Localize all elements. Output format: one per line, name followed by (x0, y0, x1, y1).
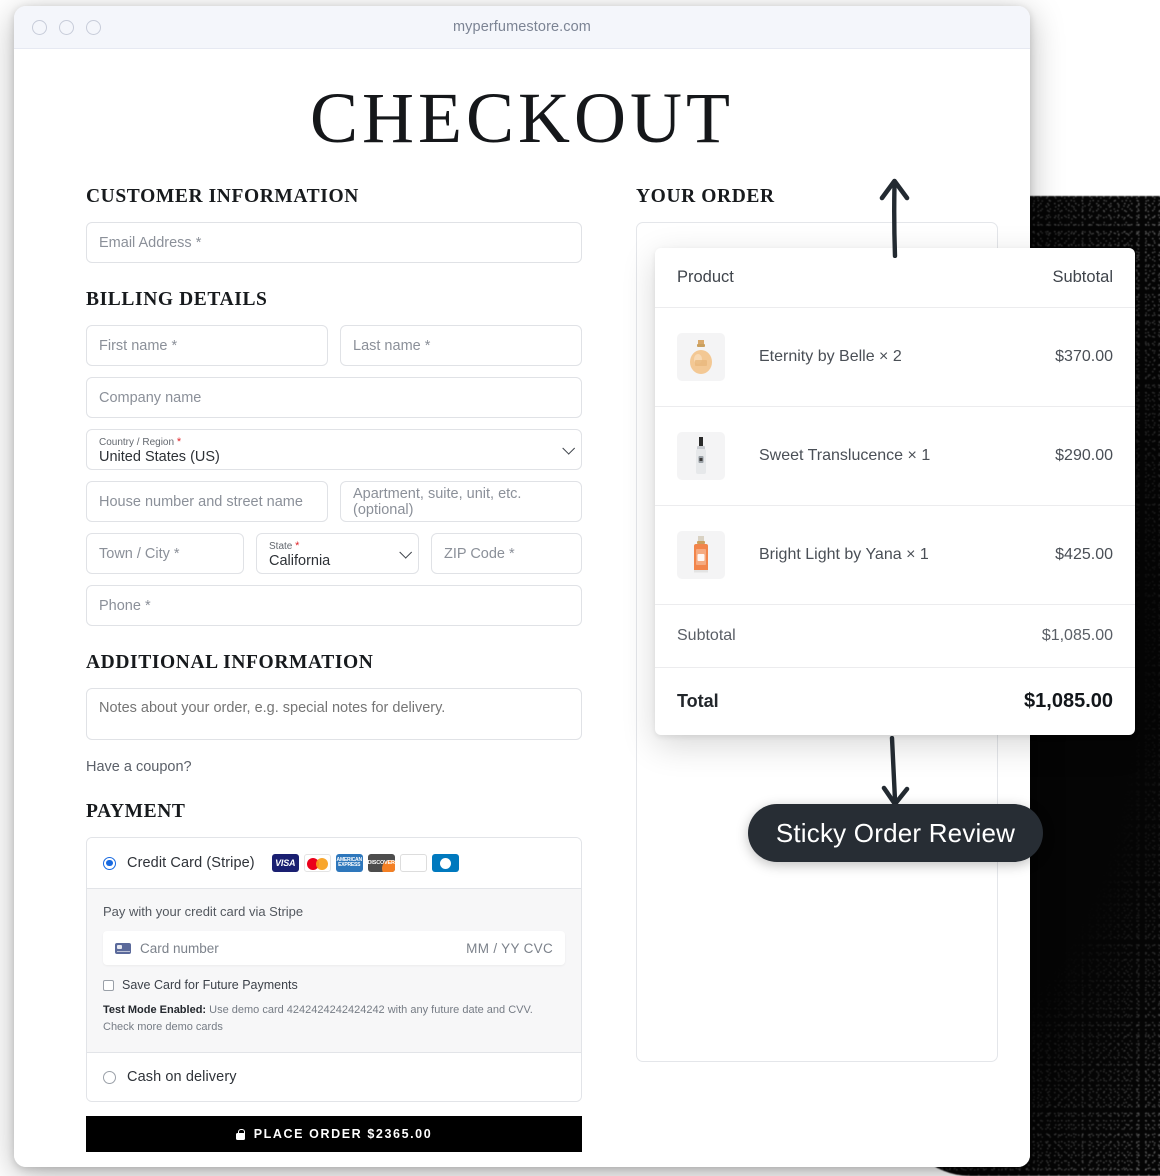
order-notes-textarea[interactable] (86, 688, 582, 740)
order-col-subtotal: Subtotal (1052, 268, 1113, 286)
payment-method-cod-label: Cash on delivery (127, 1069, 237, 1085)
amex-icon: AMERICAN EXPRESS (335, 854, 363, 872)
order-subtotal-label: Subtotal (677, 627, 736, 644)
page-title: CHECKOUT (310, 78, 734, 158)
place-order-label: PLACE ORDER $2365.00 (253, 1127, 433, 1141)
chevron-down-icon (399, 545, 413, 559)
first-name-field[interactable]: First name * (86, 325, 328, 366)
card-expiry-cvc-placeholder: MM / YY CVC (466, 940, 553, 956)
chevron-down-icon (562, 441, 576, 455)
mastercard-icon (303, 854, 331, 872)
order-item-name: Eternity by Belle × 2 (759, 348, 902, 365)
city-state-zip-row: Town / City * State * California ZIP Cod… (86, 533, 582, 574)
diners-icon (431, 854, 459, 872)
stripe-payment-body: Pay with your credit card via Stripe Car… (87, 888, 581, 1052)
jcb-icon (399, 854, 427, 872)
address-bar-url[interactable]: myperfumestore.com (14, 19, 1030, 35)
product-thumbnail (677, 531, 725, 579)
state-select[interactable]: State * California (256, 533, 419, 574)
stripe-description: Pay with your credit card via Stripe (103, 904, 304, 919)
product-thumbnail (677, 432, 725, 480)
order-total-label: Total (677, 691, 719, 711)
credit-card-icon (115, 942, 131, 954)
payment-method-cod[interactable]: Cash on delivery (87, 1052, 581, 1101)
order-total-value: $1,085.00 (1024, 690, 1113, 712)
customer-information-heading: CUSTOMER INFORMATION (86, 186, 359, 207)
annotation-pill-label: Sticky Order Review (775, 817, 1016, 848)
test-mode-notice: Test Mode Enabled: Use demo card 4242424… (103, 1002, 553, 1035)
last-name-field[interactable]: Last name * (340, 325, 582, 366)
city-field[interactable]: Town / City * (86, 533, 244, 574)
email-field-wrap: Email Address * (86, 222, 582, 263)
payment-method-stripe[interactable]: Credit Card (Stripe) VISA AMERICAN EXPRES… (87, 838, 581, 888)
save-card-checkbox-icon[interactable] (103, 979, 114, 991)
order-line-item: Bright Light by Yana × 1 $425.00 (655, 506, 1135, 605)
phone-field[interactable]: Phone * (86, 585, 582, 626)
card-number-placeholder: Card number (140, 940, 219, 956)
screenshot-stage: myperfumestore.com CHECKOUT CUSTOMER INF… (0, 0, 1160, 1176)
payment-methods-box: Credit Card (Stripe) VISA AMERICAN EXPRES… (86, 837, 582, 1102)
order-total-row: Total $1,085.00 (655, 668, 1135, 735)
order-table-header: Product Subtotal (655, 248, 1135, 308)
street-address-field[interactable]: House number and street name (86, 481, 328, 522)
order-item-price: $370.00 (1055, 348, 1113, 365)
place-order-button[interactable]: PLACE ORDER $2365.00 (86, 1116, 582, 1152)
browser-titlebar: myperfumestore.com (14, 6, 1030, 49)
street-row: House number and street name Apartment, … (86, 481, 582, 522)
company-name-field[interactable]: Company name (86, 377, 582, 418)
order-item-name: Sweet Translucence × 1 (759, 447, 931, 464)
coupon-link[interactable]: Have a coupon? (86, 759, 582, 775)
checkout-form-column: CUSTOMER INFORMATION Email Address * BIL… (86, 184, 582, 1152)
order-item-price: $290.00 (1055, 447, 1113, 464)
email-field[interactable]: Email Address * (86, 222, 582, 263)
name-row: First name * Last name * (86, 325, 582, 366)
phone-field-wrap: Phone * (86, 585, 582, 626)
country-region-select[interactable]: Country / Region * United States (US) (86, 429, 582, 470)
payment-method-stripe-label: Credit Card (Stripe) (127, 855, 255, 871)
additional-information-heading: ADDITIONAL INFORMATION (86, 652, 374, 673)
card-brand-icons: VISA AMERICAN EXPRESS DISCOVER (271, 854, 459, 872)
state-select-label: State * (269, 540, 300, 553)
your-order-heading: YOUR ORDER (636, 186, 775, 207)
test-mode-bold-label: Test Mode Enabled: (103, 1004, 207, 1016)
order-line-item: Sweet Translucence × 1 $290.00 (655, 407, 1135, 506)
order-item-price: $425.00 (1055, 546, 1113, 563)
product-thumbnail (677, 333, 725, 381)
zip-code-field[interactable]: ZIP Code * (431, 533, 582, 574)
visa-icon: VISA (271, 854, 299, 872)
state-select-value: California (269, 552, 331, 569)
stripe-card-input[interactable]: Card number MM / YY CVC (103, 931, 565, 965)
payment-heading: PAYMENT (86, 801, 186, 822)
country-select-wrap: Country / Region * United States (US) (86, 429, 582, 470)
order-item-name: Bright Light by Yana × 1 (759, 546, 929, 563)
radio-stripe-icon[interactable] (103, 856, 116, 870)
order-subtotal-value: $1,085.00 (1041, 627, 1113, 644)
order-subtotal-row: Subtotal $1,085.00 (655, 605, 1135, 668)
country-select-value: United States (US) (99, 448, 220, 465)
lock-icon (235, 1128, 245, 1140)
order-line-item: Eternity by Belle × 2 $370.00 (655, 308, 1135, 407)
order-col-product: Product (677, 268, 734, 286)
save-card-checkbox-row[interactable]: Save Card for Future Payments (103, 978, 565, 992)
country-select-label: Country / Region * (99, 436, 182, 449)
discover-icon: DISCOVER (367, 854, 395, 872)
sticky-order-review-panel: Product Subtotal Eternity by Belle × 2 $… (655, 248, 1135, 735)
save-card-label: Save Card for Future Payments (122, 978, 298, 992)
sticky-order-review-annotation: Sticky Order Review (748, 804, 1043, 862)
radio-cod-icon[interactable] (103, 1070, 116, 1084)
billing-details-heading: BILLING DETAILS (86, 289, 268, 310)
company-field-wrap: Company name (86, 377, 582, 418)
apartment-field[interactable]: Apartment, suite, unit, etc. (optional) (340, 481, 582, 522)
